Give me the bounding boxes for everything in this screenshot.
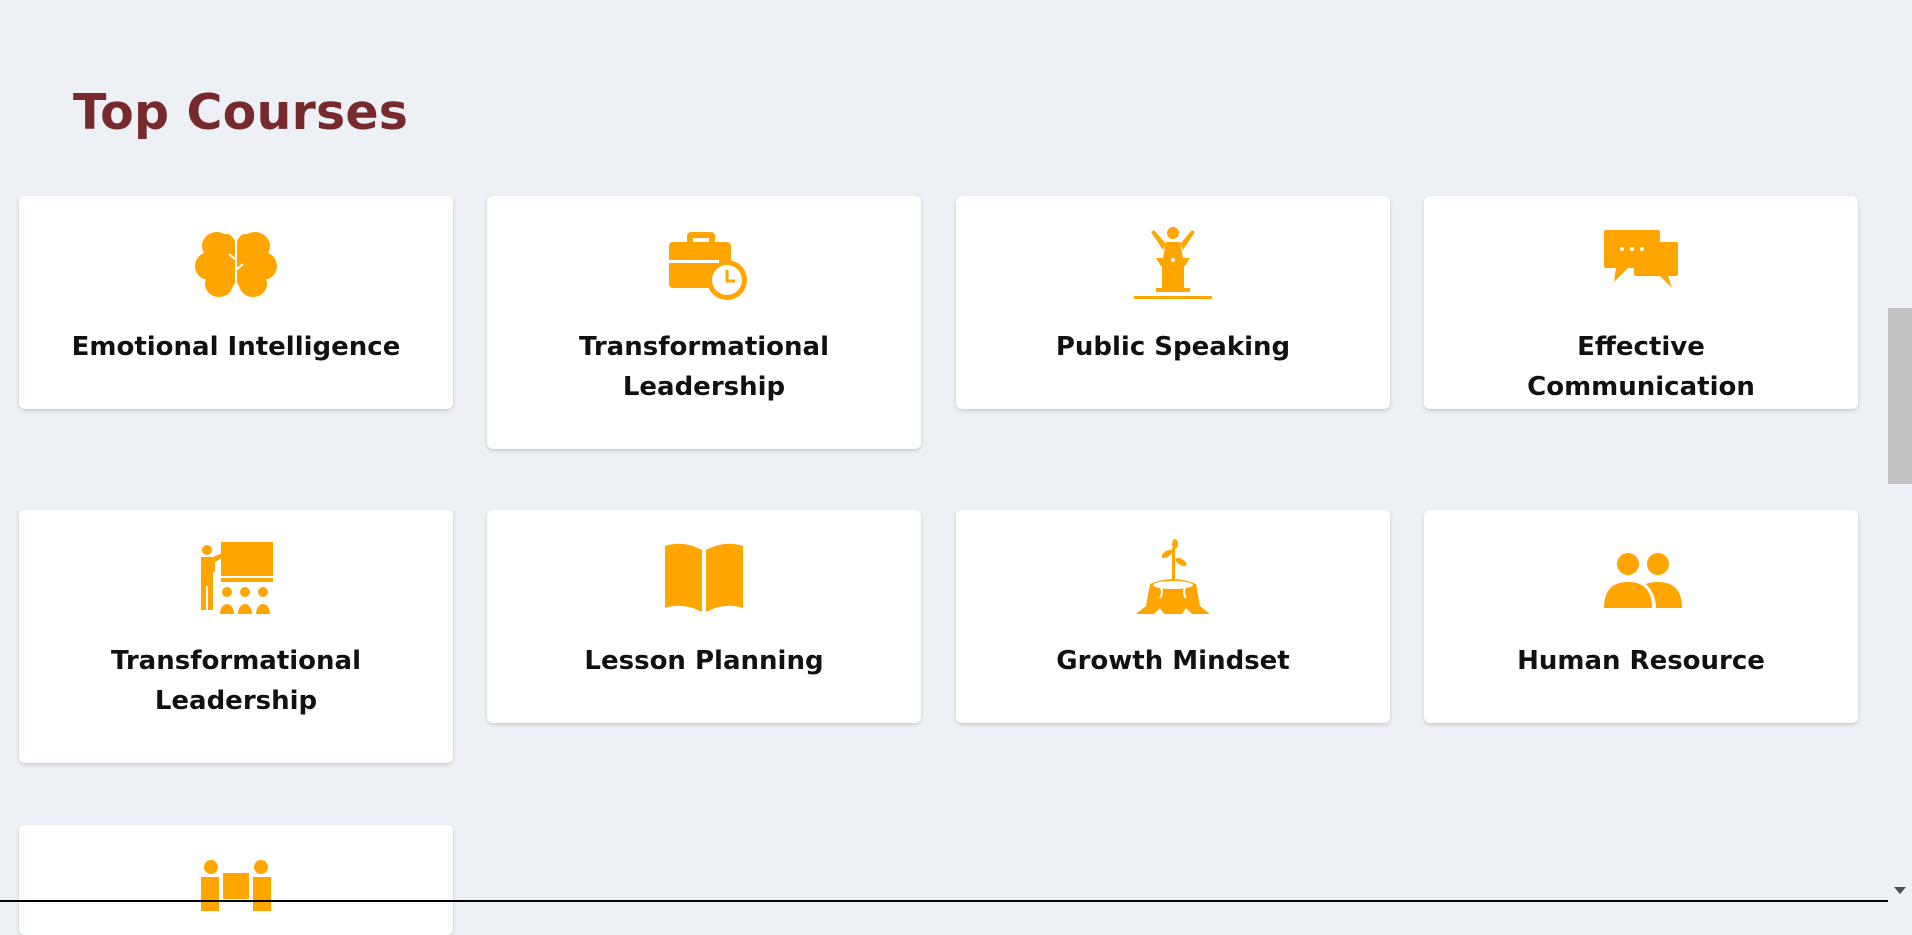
podium-speaker-icon bbox=[1130, 224, 1216, 304]
brain-icon bbox=[193, 224, 279, 304]
course-label: Lesson Planning bbox=[584, 646, 824, 676]
chat-bubbles-icon bbox=[1598, 224, 1684, 304]
course-label: Human Resource bbox=[1517, 646, 1765, 676]
course-card-emotional-intelligence[interactable]: Emotional Intelligence bbox=[19, 196, 453, 409]
briefcase-clock-icon bbox=[661, 224, 747, 304]
team-people-icon bbox=[193, 855, 279, 935]
course-label: Transformational Leadership bbox=[578, 332, 830, 402]
course-card-lesson-planning[interactable]: Lesson Planning bbox=[487, 510, 921, 723]
course-card-human-resource[interactable]: Human Resource bbox=[1424, 510, 1858, 723]
scrollbar-thumb[interactable] bbox=[1888, 308, 1912, 484]
course-label: Effective Communication bbox=[1527, 332, 1755, 402]
course-card-transformational-leadership[interactable]: Transformational Leadership bbox=[487, 196, 921, 449]
course-card-effective-communication[interactable]: Effective Communication bbox=[1424, 196, 1858, 409]
teacher-presentation-icon bbox=[193, 538, 279, 618]
people-group-icon bbox=[1598, 538, 1684, 618]
course-label: Emotional Intelligence bbox=[71, 332, 401, 362]
course-card-public-speaking[interactable]: Public Speaking bbox=[956, 196, 1390, 409]
open-book-icon bbox=[661, 538, 747, 618]
course-label: Growth Mindset bbox=[1056, 646, 1290, 676]
scroll-down-arrow-icon[interactable] bbox=[1894, 887, 1906, 894]
course-card-partial[interactable] bbox=[19, 825, 453, 935]
course-card-transformational-leadership-2[interactable]: Transformational Leadership bbox=[19, 510, 453, 763]
course-card-growth-mindset[interactable]: Growth Mindset bbox=[956, 510, 1390, 723]
course-label: Public Speaking bbox=[1055, 332, 1291, 362]
stump-sprout-icon bbox=[1130, 538, 1216, 618]
section-title: Top Courses bbox=[73, 84, 409, 141]
scrollbar[interactable] bbox=[1888, 0, 1912, 902]
course-label: Transformational Leadership bbox=[110, 646, 362, 716]
